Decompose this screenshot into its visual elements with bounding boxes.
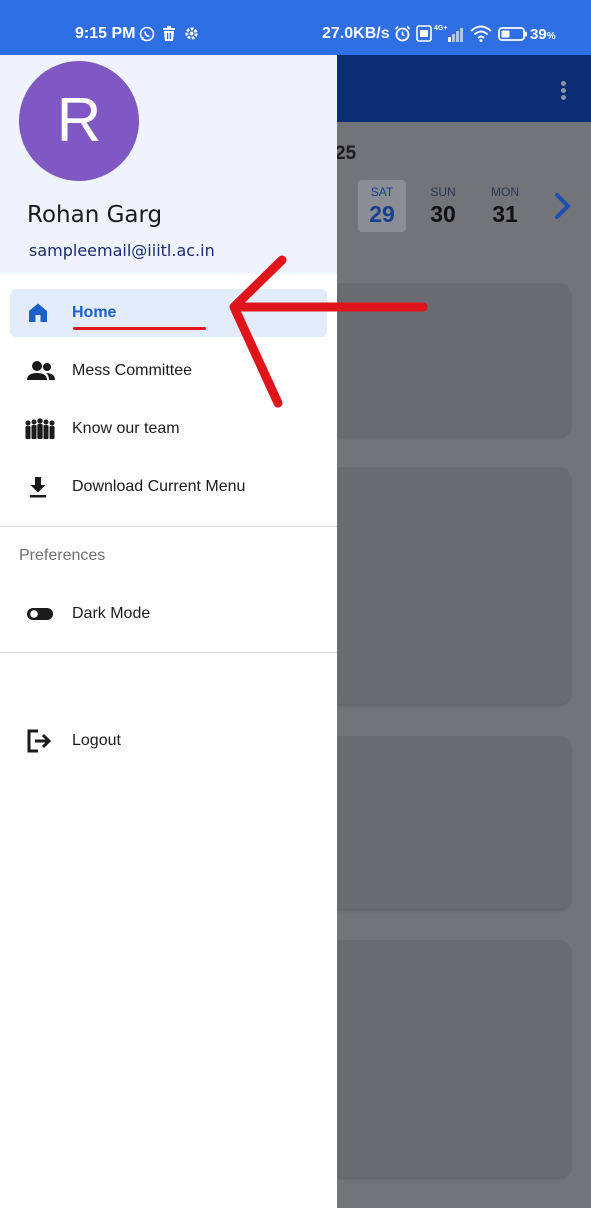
volte-icon <box>416 25 432 47</box>
trash-icon <box>162 26 176 47</box>
menu-card[interactable] <box>330 736 571 909</box>
svg-text:4G+: 4G+ <box>434 25 447 32</box>
alarm-icon <box>394 25 411 47</box>
logout-button[interactable]: Logout <box>10 717 327 765</box>
preferences-heading: Preferences <box>19 547 106 564</box>
annotation-underline <box>73 327 206 330</box>
download-icon <box>26 475 54 499</box>
divider <box>0 652 337 653</box>
toggle-icon <box>26 602 54 626</box>
nav-label-home: Home <box>72 304 117 321</box>
drawer-header: R Rohan Garg sampleemail@iiitl.ac.in <box>0 55 337 274</box>
battery-percent: 39% <box>530 26 556 43</box>
menu-card[interactable] <box>330 467 571 704</box>
nav-item-download-menu[interactable]: Download Current Menu <box>10 463 327 511</box>
whatsapp-icon <box>139 26 155 47</box>
status-time: 9:15 PM <box>75 25 136 42</box>
signal-icon: 4G+ <box>434 23 464 48</box>
wifi-icon <box>470 25 492 47</box>
day-mon[interactable]: MON 31 <box>481 180 529 232</box>
dark-mode-label: Dark Mode <box>72 605 151 622</box>
people-icon <box>26 359 55 383</box>
chevron-right-icon[interactable] <box>553 192 573 225</box>
day-sat[interactable]: SAT 29 <box>358 180 406 232</box>
network-speed: 27.0KB/s <box>322 25 390 42</box>
team-icon <box>24 417 55 441</box>
status-bar: 9:15 PM 27.0KB/s 4G+ 39% <box>0 0 591 55</box>
user-name: Rohan Garg <box>27 202 163 228</box>
year-fragment: 25 <box>335 143 357 164</box>
home-icon <box>26 301 54 325</box>
day-sun[interactable]: SUN 30 <box>419 180 467 232</box>
logout-icon <box>26 729 54 753</box>
dark-mode-toggle[interactable]: Dark Mode <box>10 590 327 638</box>
logout-label: Logout <box>72 732 121 749</box>
overflow-menu-icon[interactable] <box>561 81 566 86</box>
battery-icon <box>498 27 528 46</box>
nav-label-mess-committee: Mess Committee <box>72 362 193 379</box>
divider <box>0 526 337 527</box>
user-email: sampleemail@iiitl.ac.in <box>29 241 215 260</box>
navigation-drawer: R Rohan Garg sampleemail@iiitl.ac.in Hom… <box>0 55 337 1218</box>
menu-card[interactable] <box>330 940 571 1177</box>
nav-label-know-our-team: Know our team <box>72 420 180 437</box>
annotation-arrow-icon <box>220 255 430 415</box>
settings-icon <box>184 26 199 46</box>
nav-label-download-menu: Download Current Menu <box>72 478 246 495</box>
avatar[interactable]: R <box>19 61 139 181</box>
